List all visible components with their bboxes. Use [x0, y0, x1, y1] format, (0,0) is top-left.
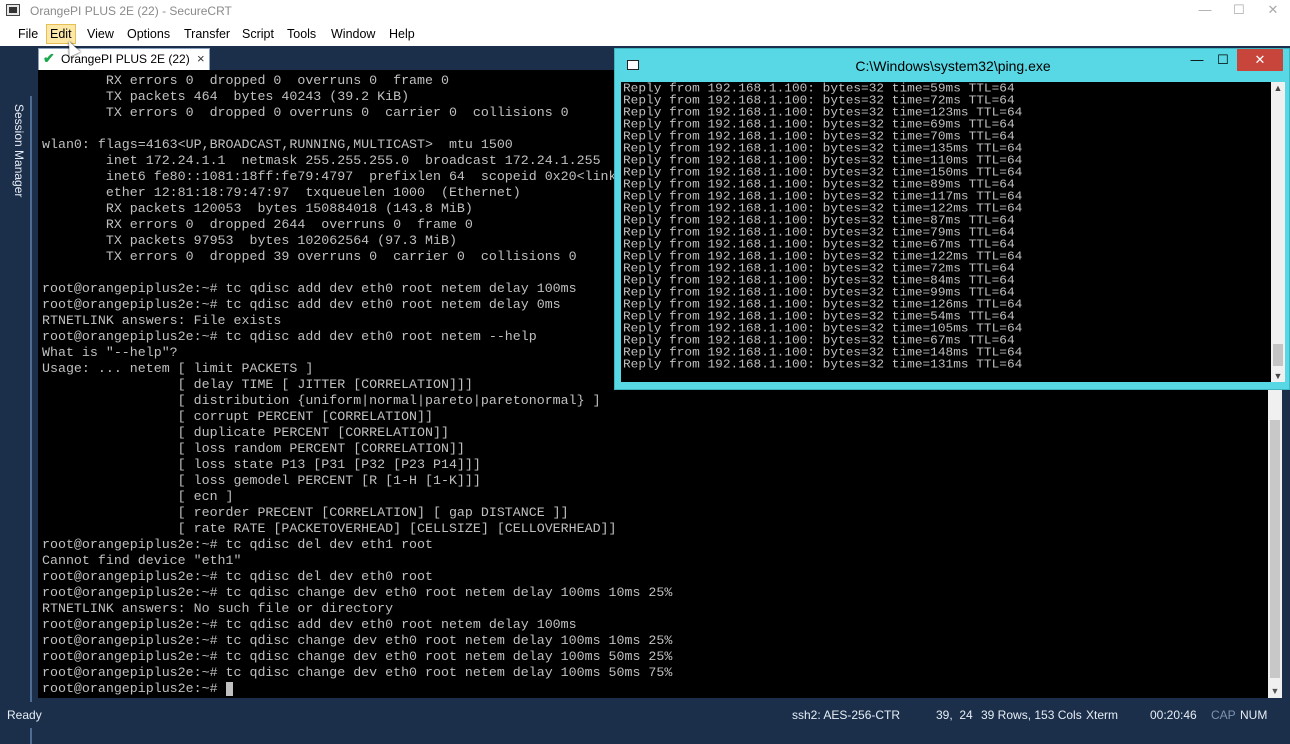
status-bar: Ready ssh2: AES-256-CTR 39, 24 39 Rows, …	[0, 702, 1290, 728]
terminal-line: [ loss gemodel PERCENT [R [1-H [1-K]]]	[42, 473, 481, 488]
ping-console-output[interactable]: Reply from 192.168.1.100: bytes=32 time=…	[621, 82, 1271, 382]
terminal-scrollbar-thumb[interactable]	[1270, 420, 1280, 678]
session-manager-label[interactable]: Session Manager	[12, 104, 26, 197]
window-title: OrangePI PLUS 2E (22) - SecureCRT	[30, 4, 232, 18]
title-bar: OrangePI PLUS 2E (22) - SecureCRT — ☐ ✕	[0, 0, 1290, 22]
status-cursor-position: 39, 24	[936, 708, 973, 722]
tab-label: OrangePI PLUS 2E (22)	[61, 52, 190, 66]
status-cap: CAP	[1211, 708, 1236, 722]
tab-close-icon[interactable]: ×	[197, 51, 205, 66]
terminal-line: RTNETLINK answers: No such file or direc…	[42, 601, 394, 616]
terminal-line: [ delay TIME [ JITTER [CORRELATION]]]	[42, 377, 473, 392]
terminal-line: [ rate RATE [PACKETOVERHEAD] [CELLSIZE] …	[42, 521, 617, 536]
terminal-line: Usage: ... netem [ limit PACKETS ]	[42, 361, 314, 376]
status-dimensions: 39 Rows, 153 Cols	[981, 708, 1082, 722]
close-button[interactable]: ✕	[1256, 0, 1290, 22]
terminal-line: root@orangepiplus2e:~# tc qdisc del dev …	[42, 569, 433, 584]
terminal-line: TX errors 0 dropped 0 overruns 0 carrier…	[42, 105, 569, 120]
scroll-down-icon[interactable]: ▼	[1271, 371, 1285, 381]
menu-view[interactable]: View	[84, 25, 117, 43]
ping-scrollbar[interactable]: ▲ ▼	[1271, 82, 1285, 382]
session-manager-panel[interactable]: Session Manager	[0, 46, 34, 744]
terminal-line: root@orangepiplus2e:~# tc qdisc add dev …	[42, 329, 537, 344]
tab-session[interactable]: ✔ OrangePI PLUS 2E (22) ×	[38, 48, 210, 70]
ping-scrollbar-thumb[interactable]	[1273, 344, 1283, 366]
terminal-line: root@orangepiplus2e:~# tc qdisc change d…	[42, 633, 673, 648]
terminal-line: root@orangepiplus2e:~# tc qdisc del dev …	[42, 537, 433, 552]
minimize-button[interactable]: —	[1188, 0, 1222, 22]
maximize-button[interactable]: ☐	[1222, 0, 1256, 22]
terminal-line: [ duplicate PERCENT [CORRELATION]]	[42, 425, 449, 440]
status-emulation: Xterm	[1086, 708, 1119, 722]
terminal-cursor	[226, 682, 233, 696]
menu-script[interactable]: Script	[239, 25, 277, 43]
terminal-line: TX errors 0 dropped 39 overruns 0 carrie…	[42, 249, 577, 264]
terminal-line: RX errors 0 dropped 0 overruns 0 frame 0	[42, 73, 449, 88]
ping-maximize-button[interactable]: ☐	[1211, 49, 1235, 71]
terminal-line: root@orangepiplus2e:~# tc qdisc change d…	[42, 585, 673, 600]
menu-transfer[interactable]: Transfer	[181, 25, 233, 43]
ping-reply-line: Reply from 192.168.1.100: bytes=32 time=…	[623, 357, 1023, 372]
terminal-line: RTNETLINK answers: File exists	[42, 313, 282, 328]
terminal-line: root@orangepiplus2e:~# tc qdisc change d…	[42, 649, 673, 664]
terminal-line: root@orangepiplus2e:~# tc qdisc change d…	[42, 665, 673, 680]
terminal-line: [ reorder PRECENT [CORRELATION] [ gap DI…	[42, 505, 569, 520]
menu-options[interactable]: Options	[124, 25, 173, 43]
terminal-line: [ ecn ]	[42, 489, 234, 504]
status-cipher: ssh2: AES-256-CTR	[792, 708, 901, 722]
terminal-line: root@orangepiplus2e:~# tc qdisc add dev …	[42, 617, 577, 632]
ping-title-bar[interactable]: C:\Windows\system32\ping.exe — ☐ ✕	[615, 49, 1290, 81]
ping-close-button[interactable]: ✕	[1237, 49, 1283, 71]
terminal-line: Cannot find device "eth1"	[42, 553, 242, 568]
menu-tools[interactable]: Tools	[284, 25, 319, 43]
scroll-down-icon[interactable]: ▼	[1268, 686, 1282, 696]
session-divider	[30, 96, 32, 744]
app-icon[interactable]	[6, 4, 20, 16]
check-icon: ✔	[43, 50, 55, 66]
terminal-line: What is "--help"?	[42, 345, 178, 360]
terminal-line: RX errors 0 dropped 2644 overruns 0 fram…	[42, 217, 473, 232]
terminal-line: root@orangepiplus2e:~#	[42, 681, 226, 696]
status-num: NUM	[1240, 708, 1268, 722]
terminal-line: RX packets 120053 bytes 150884018 (143.8…	[42, 201, 473, 216]
terminal-line: TX packets 464 bytes 40243 (39.2 KiB)	[42, 89, 410, 104]
terminal-line: ether 12:81:18:79:47:97 txqueuelen 1000 …	[42, 185, 521, 200]
menu-help[interactable]: Help	[386, 25, 418, 43]
terminal-line: inet 172.24.1.1 netmask 255.255.255.0 br…	[42, 153, 601, 168]
terminal-line: [ loss random PERCENT [CORRELATION]]	[42, 441, 465, 456]
terminal-line: root@orangepiplus2e:~# tc qdisc add dev …	[42, 281, 577, 296]
terminal-line: inet6 fe80::1081:18ff:fe79:4797 prefixle…	[42, 169, 625, 184]
menu-bar: File Edit View Options Transfer Script T…	[0, 22, 1290, 46]
ping-minimize-button[interactable]: —	[1185, 49, 1209, 71]
status-ready: Ready	[7, 708, 42, 722]
menu-window[interactable]: Window	[328, 25, 378, 43]
status-time: 00:20:46	[1150, 708, 1197, 722]
terminal-line: wlan0: flags=4163<UP,BROADCAST,RUNNING,M…	[42, 137, 513, 152]
terminal-line: [ corrupt PERCENT [CORRELATION]]	[42, 409, 433, 424]
menu-file[interactable]: File	[15, 25, 41, 43]
terminal-line: TX packets 97953 bytes 102062564 (97.3 M…	[42, 233, 457, 248]
terminal-line: [ loss state P13 [P31 [P32 [P23 P14]]]	[42, 457, 481, 472]
scroll-up-icon[interactable]: ▲	[1271, 83, 1285, 93]
ping-window[interactable]: C:\Windows\system32\ping.exe — ☐ ✕ Reply…	[614, 48, 1290, 390]
terminal-line: root@orangepiplus2e:~# tc qdisc add dev …	[42, 297, 561, 312]
terminal-line: [ distribution {uniform|normal|pareto|pa…	[42, 393, 601, 408]
